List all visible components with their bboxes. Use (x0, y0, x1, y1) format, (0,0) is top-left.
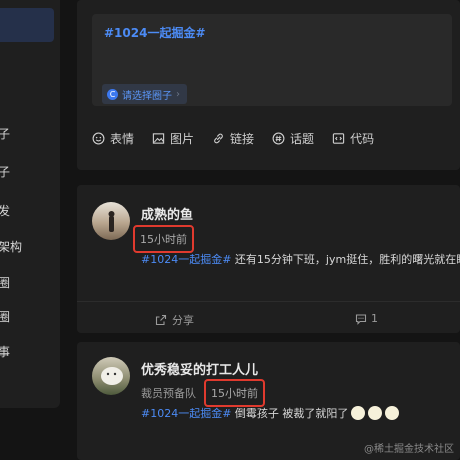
hashtag-icon (272, 132, 285, 145)
code-icon (332, 133, 345, 144)
emoji-label: 表情 (110, 132, 135, 146)
post-time: 15小时前 (133, 225, 194, 253)
comment-icon (355, 313, 367, 325)
link-icon (214, 133, 223, 144)
comment-button[interactable]: 1 (355, 312, 378, 325)
editor-topic-text: #1024一起掘金# (104, 26, 206, 40)
divider (77, 301, 460, 302)
smile-emoji-icon (368, 406, 383, 420)
topic-tag[interactable]: #1024一起掘金# (141, 407, 231, 420)
post-content: #1024一起掘金# 倒霉孩子 被裁了就阳了 (141, 405, 400, 421)
author-name[interactable]: 优秀稳妥的打工人儿 (141, 359, 258, 378)
editor-toolbar: 表情 图片 链接 话题 代码 (92, 130, 374, 147)
topic-button[interactable]: 话题 (272, 130, 314, 147)
sidebar-active-item[interactable] (0, 8, 54, 42)
watermark: @稀土掘金技术社区 (364, 444, 454, 455)
sidebar-item-6[interactable]: 圈 (0, 308, 10, 325)
share-button[interactable]: 分享 (155, 312, 194, 328)
circle-selector[interactable]: C 请选择圈子 › (102, 84, 187, 104)
emoji-button[interactable]: 表情 (92, 130, 134, 147)
post-text: 倒霉孩子 被裁了就阳了 (231, 407, 349, 420)
share-icon (155, 314, 167, 326)
sidebar-item-7[interactable]: 事 (0, 343, 10, 360)
smile-emoji-icon (351, 406, 366, 420)
post-meta: 15小时前 (133, 225, 194, 253)
comment-count: 1 (371, 312, 378, 325)
chevron-right-icon: › (176, 88, 180, 100)
smile-icon (92, 132, 105, 145)
link-button[interactable]: 链接 (212, 130, 254, 147)
sidebar-item-2[interactable]: 子 (0, 163, 10, 180)
user-badge: 裁员预备队 (141, 387, 196, 400)
code-label: 代码 (350, 132, 375, 146)
post-editor: #1024一起掘金# C 请选择圈子 › 表情 图片 链接 话题 代码 (77, 0, 460, 170)
share-label: 分享 (172, 314, 194, 327)
topic-tag[interactable]: #1024一起掘金# (141, 253, 231, 266)
sidebar-item-3[interactable]: 发 (0, 202, 10, 219)
post-time: 15小时前 (204, 379, 265, 407)
sidebar: 子 子 发 架构 圈 圈 事 (0, 0, 60, 408)
sidebar-item-5[interactable]: 圈 (0, 274, 10, 291)
sidebar-item-4[interactable]: 架构 (0, 238, 22, 255)
topic-label: 话题 (290, 132, 315, 146)
code-button[interactable]: 代码 (332, 130, 374, 147)
avatar[interactable] (92, 202, 130, 240)
circle-selector-label: 请选择圈子 (122, 90, 172, 102)
post-input[interactable]: #1024一起掘金# C 请选择圈子 › (92, 14, 452, 106)
smile-emoji-icon (385, 406, 400, 420)
image-label: 图片 (170, 132, 195, 146)
post-content: #1024一起掘金# 还有15分钟下班，jym挺住，胜利的曙光就在眼 (141, 251, 460, 267)
link-label: 链接 (230, 132, 255, 146)
post-card: 成熟的鱼 15小时前 #1024一起掘金# 还有15分钟下班，jym挺住，胜利的… (77, 185, 460, 333)
sidebar-item-1[interactable]: 子 (0, 125, 10, 142)
avatar[interactable] (92, 357, 130, 395)
circle-icon: C (107, 88, 118, 100)
post-text: 还有15分钟下班，jym挺住，胜利的曙光就在眼 (231, 253, 460, 266)
author-name[interactable]: 成熟的鱼 (141, 204, 193, 223)
post-meta: 裁员预备队 15小时前 (141, 379, 265, 407)
image-button[interactable]: 图片 (152, 130, 194, 147)
image-icon (152, 133, 165, 144)
